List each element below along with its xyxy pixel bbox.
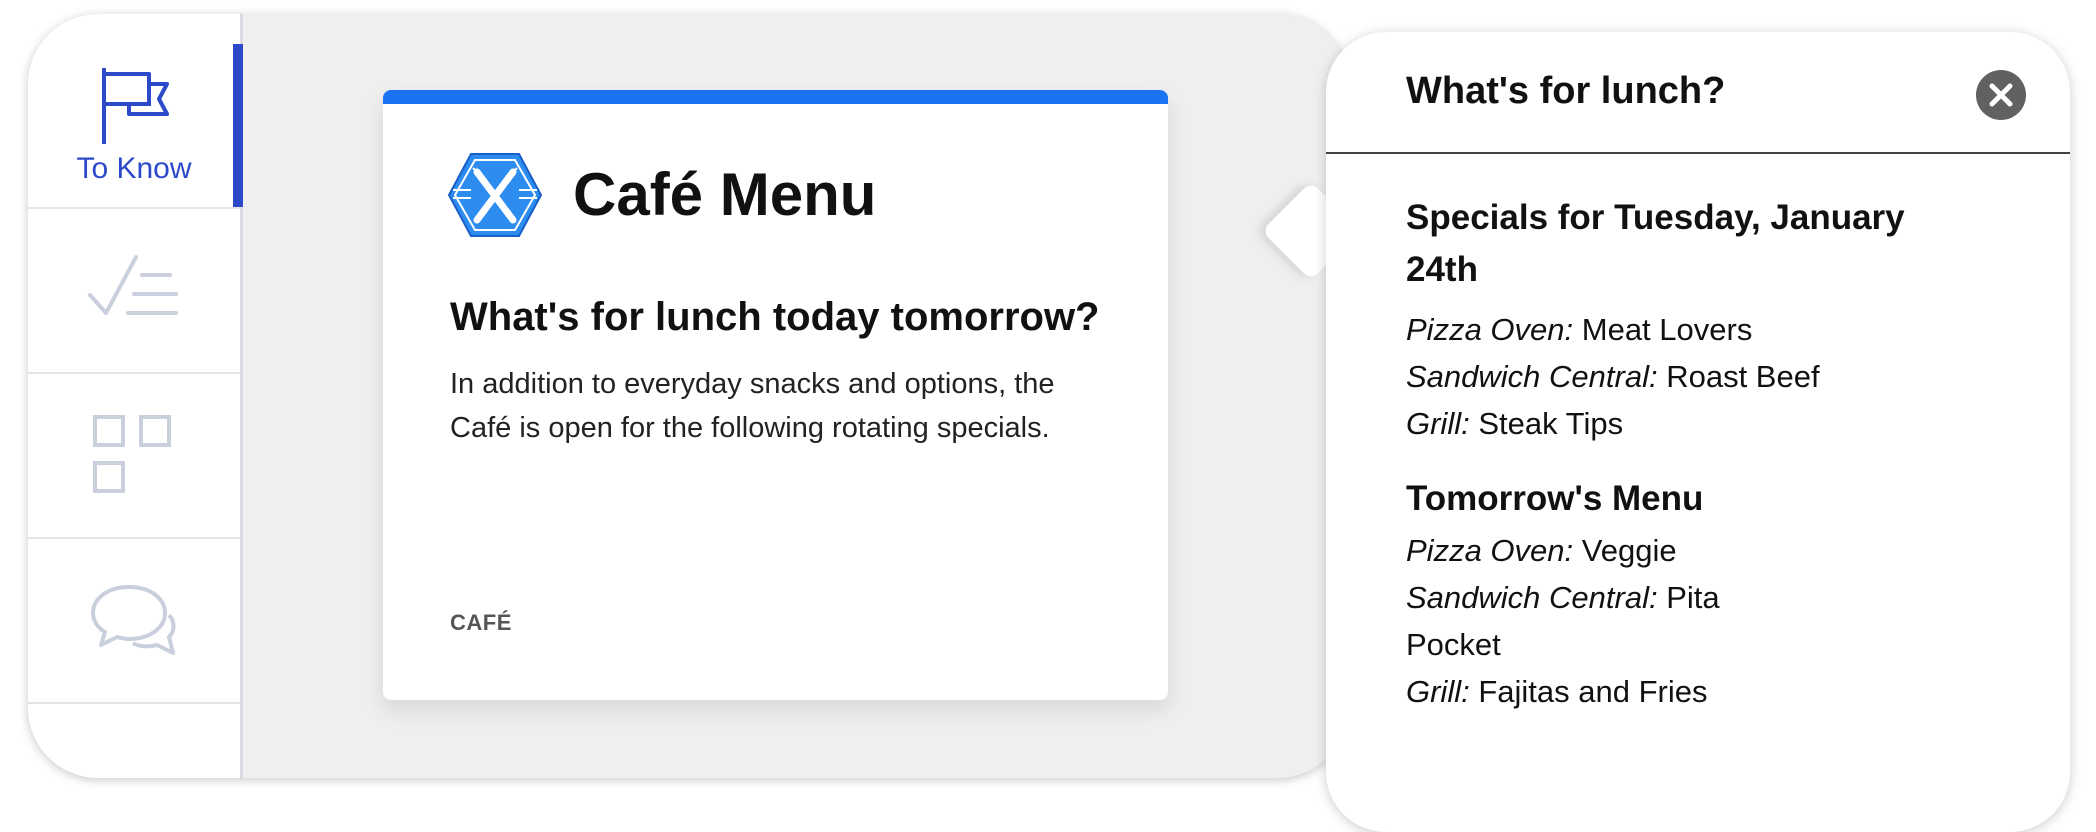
popover-body: Specials for Tuesday, January 24th Pizza…: [1406, 192, 1926, 715]
close-button[interactable]: [1976, 70, 2026, 120]
sidebar-item-checklist[interactable]: [28, 209, 240, 374]
card-accent-bar: [383, 90, 1168, 104]
flag-icon: [102, 67, 169, 144]
dish-name: Roast Beef: [1666, 359, 1820, 394]
sidebar-item-to-know[interactable]: To Know: [28, 44, 243, 209]
list-item: Grill: Fajitas and Fries: [1406, 668, 1926, 715]
card-body: In addition to everyday snacks and optio…: [450, 368, 1055, 444]
checklist-icon: [88, 254, 178, 315]
dish-name: Fajitas and Fries: [1478, 674, 1708, 709]
dish-name: Steak Tips: [1478, 406, 1624, 441]
list-item: Pizza Oven: Veggie: [1406, 527, 1926, 574]
fork-knife-hexagon-icon: [447, 153, 543, 237]
dish-name: Veggie: [1581, 533, 1677, 568]
sidebar: To Know: [28, 14, 243, 778]
station-label: Grill:: [1406, 406, 1470, 441]
list-item: Sandwich Central: Roast Beef: [1406, 353, 1926, 400]
popover-title: What's for lunch?: [1406, 70, 1726, 112]
list-item: Pizza Oven: Meat Lovers: [1406, 306, 1926, 353]
app-shell: To Know Café Menu What's for lunch today…: [28, 14, 1348, 778]
station-label: Sandwich Central:: [1406, 580, 1658, 615]
station-label: Grill:: [1406, 674, 1470, 709]
lunch-popover: What's for lunch? Specials for Tuesday, …: [1326, 32, 2070, 832]
close-icon: [1989, 83, 2013, 107]
list-item: Sandwich Central: Pita Pocket: [1406, 574, 1746, 668]
sidebar-item-label: To Know: [76, 151, 192, 185]
cafe-menu-card[interactable]: Café Menu What's for lunch today tomorro…: [383, 90, 1168, 700]
grid-icon: [93, 414, 171, 493]
station-label: Pizza Oven:: [1406, 533, 1574, 568]
menu-list: Pizza Oven: Veggie Sandwich Central: Pit…: [1406, 527, 1926, 715]
list-item: Grill: Steak Tips: [1406, 400, 1926, 447]
card-title: Café Menu: [573, 161, 877, 228]
station-label: Sandwich Central:: [1406, 359, 1658, 394]
popover-header: What's for lunch?: [1326, 32, 2070, 154]
card-heading: What's for lunch today tomorrow?: [450, 295, 1100, 339]
section-title: Tomorrow's Menu: [1406, 479, 1704, 518]
section-title: Specials for Tuesday, January 24th: [1406, 198, 1905, 289]
chat-bubbles-icon: [91, 584, 176, 655]
station-label: Pizza Oven:: [1406, 312, 1574, 347]
dish-name: Meat Lovers: [1581, 312, 1753, 347]
menu-list: Pizza Oven: Meat Lovers Sandwich Central…: [1406, 306, 1926, 447]
sidebar-item-grid[interactable]: [28, 374, 240, 539]
card-tag: CAFÉ: [450, 610, 512, 635]
sidebar-item-chat[interactable]: [28, 539, 240, 704]
